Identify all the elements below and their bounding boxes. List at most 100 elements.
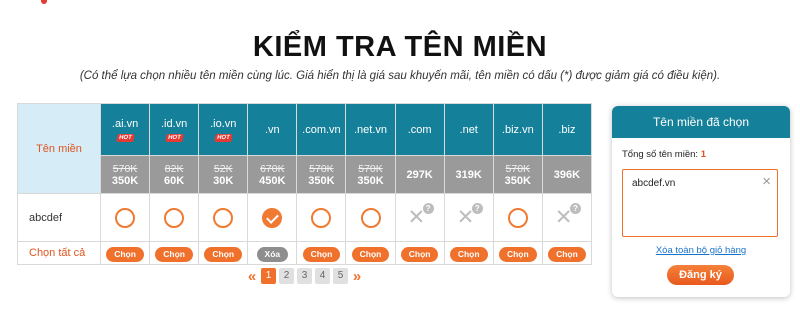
select-all-link[interactable]: Chọn tất cả [17,241,101,265]
prev-page-icon[interactable]: « [246,268,258,285]
ext-label: .vn [264,123,280,136]
ext-header: .biz.vn [492,103,543,156]
select-radio-icon[interactable] [164,207,185,228]
action-cell: Chọn [296,241,347,265]
price-cell: 670K 450K [247,155,298,194]
select-button[interactable]: Chọn [548,247,586,262]
checked-radio-icon[interactable] [262,207,283,228]
select-radio-icon[interactable] [507,207,528,228]
cart-count-value: 1 [700,149,706,160]
unavailable-icon[interactable]: ✕? [406,202,434,230]
price-cell: 297K [394,155,445,194]
price-cell: 396K [541,155,593,194]
select-button[interactable]: Chọn [204,247,243,262]
action-cell: Chọn [149,241,200,265]
ext-header: .ai.vn HOT [99,103,151,156]
hot-badge-icon: HOT [165,133,184,142]
old-price: 52K [213,162,233,175]
ext-label: .ai.vn [111,117,139,130]
cart-count-label: Tổng số tên miền: [622,149,699,160]
domain-row: abcdef ✕? ✕? ✕? [17,193,593,242]
ext-header: .io.vn HOT [198,103,249,156]
ext-header: .net.vn [345,103,396,156]
next-page-icon[interactable]: » [351,268,363,285]
status-cell [492,193,543,242]
select-radio-icon[interactable] [115,207,136,228]
action-cell: Chọn [394,241,445,265]
ext-header: .id.vn HOT [149,103,200,156]
ext-header: .com.vn [296,103,347,156]
cart-count: Tổng số tên miền: 1 [622,149,706,160]
unavailable-icon[interactable]: ✕? [553,202,581,230]
ext-label: .net [459,123,478,136]
select-radio-icon[interactable] [311,207,332,228]
new-price: 350K [504,174,531,187]
price-cell: 570K 350K [492,155,543,194]
logo-fragment [41,0,47,4]
ext-header: .vn [247,103,298,156]
select-button[interactable]: Chọn [351,247,390,262]
action-cell: Chọn [541,241,593,265]
status-cell: ✕? [541,193,593,242]
price-cell: 570K 350K [99,155,151,194]
old-price: 570K [358,162,383,175]
status-cell [296,193,347,242]
status-cell [149,193,200,242]
new-price: 396K [553,168,581,181]
select-button[interactable]: Chọn [498,247,537,262]
price-cell: 570K 350K [345,155,396,194]
price-cell: 52K 30K [198,155,249,194]
page-button-2[interactable]: 2 [279,268,294,284]
selected-domains-panel: Tên miền đã chọn Tổng số tên miền: 1 abc… [612,106,790,297]
action-cell: Chọn [492,241,543,265]
old-price: 570K [112,162,138,175]
unavailable-icon[interactable]: ✕? [455,202,483,230]
new-price: 450K [259,174,286,187]
new-price: 30K [213,174,234,187]
action-cell: Chọn [99,241,151,265]
page-button-4[interactable]: 4 [315,268,330,284]
ext-label: .id.vn [160,117,188,130]
hot-badge-icon: HOT [214,133,233,142]
select-radio-icon[interactable] [213,207,234,228]
new-price: 319K [455,168,482,181]
old-price: 570K [505,162,531,175]
cart-item-list: abcdef.vn × [622,169,778,237]
action-cell: Chọn [198,241,249,265]
ext-label: .biz [558,123,576,136]
select-button[interactable]: Chọn [155,247,193,262]
remove-button[interactable]: Xóa [256,247,289,262]
cart-item: abcdef.vn [632,178,676,189]
select-button[interactable]: Chọn [449,247,488,262]
question-icon: ? [569,202,581,214]
old-price: 570K [309,162,334,175]
close-icon[interactable]: × [762,174,771,189]
register-button[interactable]: Đăng ký [667,265,734,285]
page-button-3[interactable]: 3 [297,268,312,284]
new-price: 297K [406,168,433,181]
domain-name: abcdef [17,193,101,242]
old-price: 82K [164,162,184,175]
ext-header: .biz [541,103,593,156]
page-title: KIỂM TRA TÊN MIỀN [252,31,548,63]
question-icon: ? [422,202,434,214]
ext-label: .com [407,123,432,136]
new-price: 350K [111,174,139,187]
select-radio-icon[interactable] [360,207,381,228]
ext-label: .net.vn [354,123,388,136]
clear-cart-link[interactable]: Xóa toàn bộ giỏ hàng [612,245,790,256]
status-cell [345,193,396,242]
action-cell: Chọn [443,241,494,265]
status-cell [198,193,249,242]
action-cell: Xóa [247,241,298,265]
pagination: « 1 2 3 4 5 » [246,267,363,285]
status-cell [247,193,298,242]
page-button-5[interactable]: 5 [333,268,348,284]
page-button-1[interactable]: 1 [261,268,276,284]
select-button[interactable]: Chọn [302,247,341,262]
new-price: 60K [164,174,185,187]
select-button[interactable]: Chọn [400,247,439,262]
ext-header: .com [394,103,445,156]
price-row: 570K 350K 82K 60K 52K 30K 670K 450K 570K 350K… [18,155,593,194]
select-button[interactable]: Chọn [106,247,144,262]
